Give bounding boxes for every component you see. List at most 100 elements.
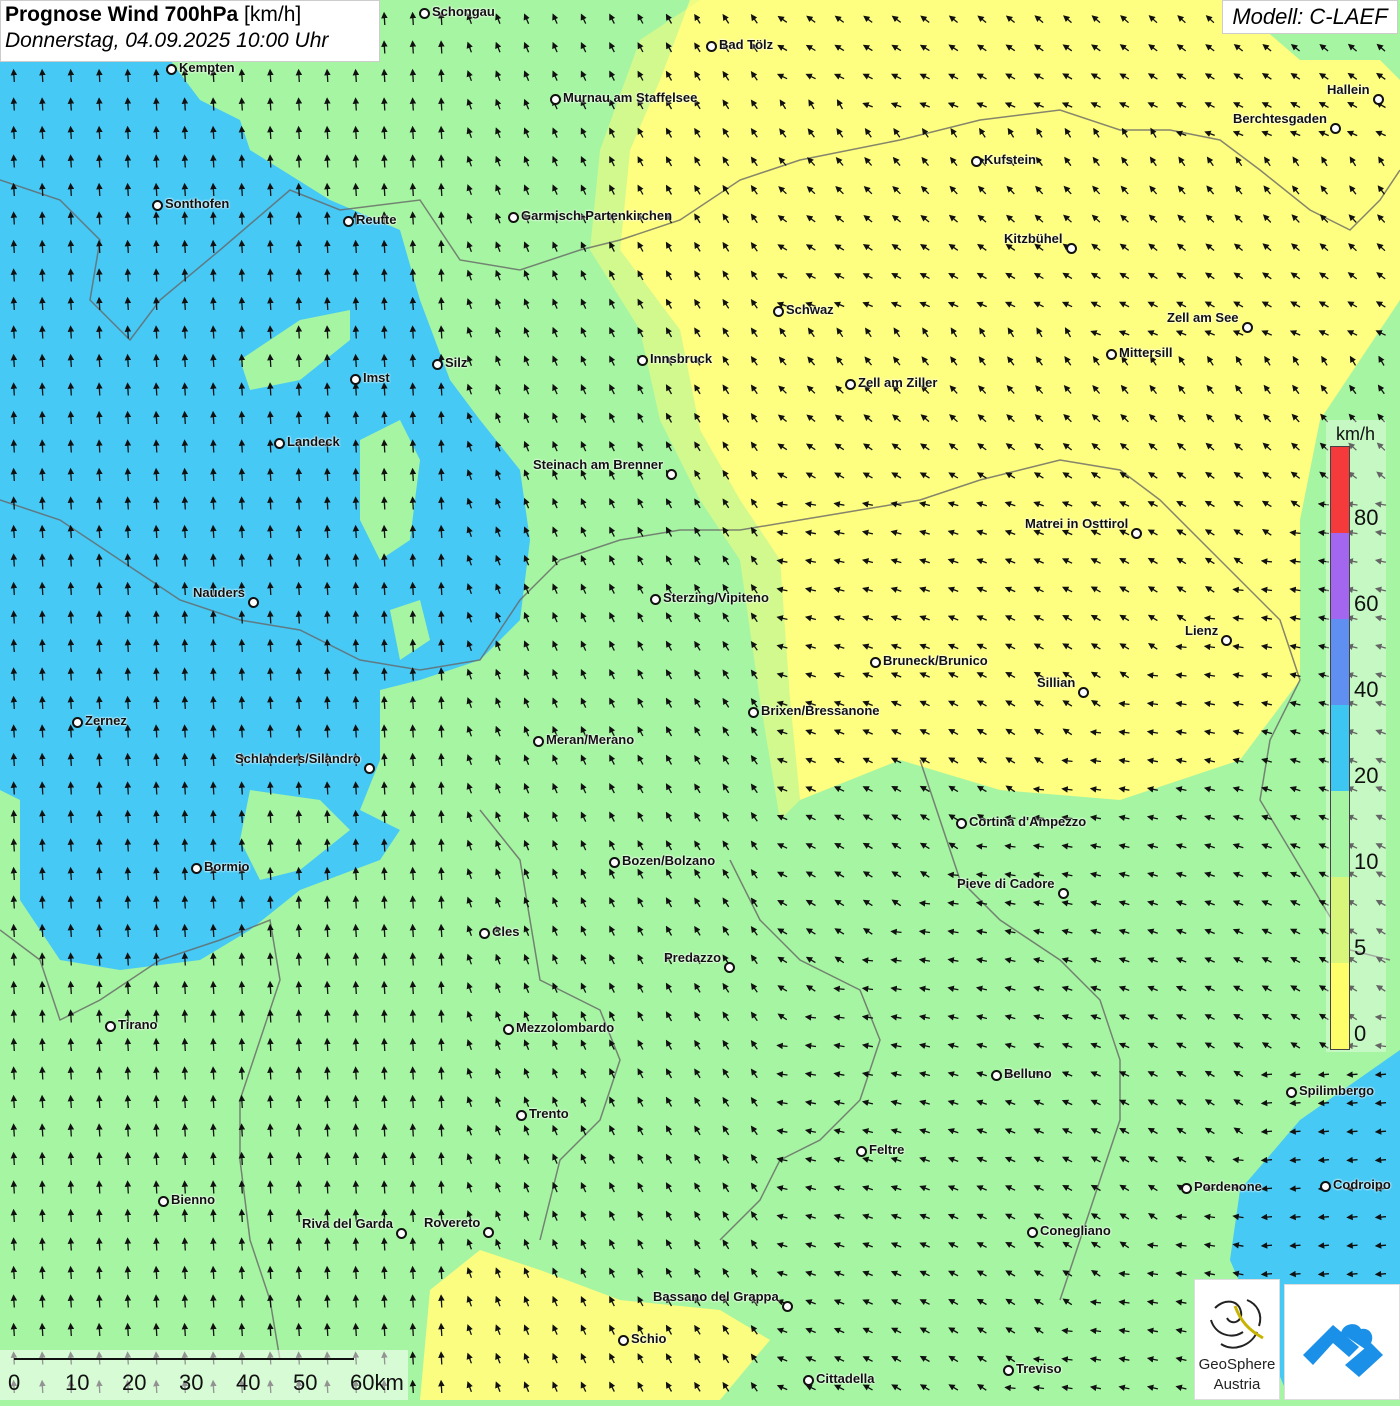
place-marker[interactable] [274,438,285,449]
geosphere-logo[interactable]: GeoSphere Austria [1194,1279,1280,1400]
place-label[interactable]: Schlanders/Silandro [235,751,361,766]
place-marker[interactable] [550,94,561,105]
place-marker[interactable] [1106,349,1117,360]
place-label[interactable]: Pieve di Cadore [957,876,1055,891]
place-label[interactable]: Nauders [193,585,245,600]
place-label[interactable]: Conegliano [1040,1223,1111,1238]
place-marker[interactable] [516,1110,527,1121]
place-label[interactable]: Berchtesgaden [1233,111,1327,126]
place-marker[interactable] [248,597,259,608]
place-marker[interactable] [1242,322,1253,333]
place-label[interactable]: Brixen/Bressanone [761,703,880,718]
place-label[interactable]: Trento [529,1106,569,1121]
place-marker[interactable] [1027,1227,1038,1238]
place-marker[interactable] [971,156,982,167]
place-marker[interactable] [1221,635,1232,646]
place-label[interactable]: Tirano [118,1017,158,1032]
place-marker[interactable] [479,928,490,939]
place-label[interactable]: Kufstein [984,152,1036,167]
place-marker[interactable] [105,1021,116,1032]
place-label[interactable]: Innsbruck [650,351,712,366]
place-label[interactable]: Sillian [1037,675,1075,690]
place-marker[interactable] [650,594,661,605]
place-label[interactable]: Bienno [171,1192,215,1207]
place-label[interactable]: Hallein [1327,82,1370,97]
place-marker[interactable] [350,374,361,385]
place-label[interactable]: Mezzolombardo [516,1020,614,1035]
place-label[interactable]: Imst [363,370,390,385]
place-marker[interactable] [503,1024,514,1035]
place-marker[interactable] [724,962,735,973]
place-label[interactable]: Zell am Ziller [858,375,937,390]
place-label[interactable]: Lienz [1185,623,1218,638]
place-label[interactable]: Silz [445,355,467,370]
place-label[interactable]: Predazzo [664,950,721,965]
place-label[interactable]: Garmisch-Partenkirchen [521,208,672,223]
place-label[interactable]: Sterzing/Vipiteno [663,590,769,605]
place-label[interactable]: Zernez [85,713,127,728]
place-label[interactable]: Schwaz [786,302,834,317]
place-marker[interactable] [343,216,354,227]
place-marker[interactable] [803,1375,814,1386]
place-label[interactable]: Rovereto [424,1215,480,1230]
place-marker[interactable] [748,707,759,718]
place-label[interactable]: Cortina d'Ampezzo [969,814,1086,829]
place-label[interactable]: Pordenone [1194,1179,1262,1194]
place-label[interactable]: Landeck [287,434,340,449]
place-marker[interactable] [1078,687,1089,698]
place-marker[interactable] [483,1227,494,1238]
place-label[interactable]: Codroipo [1333,1177,1391,1192]
place-label[interactable]: Kitzbühel [1004,231,1063,246]
place-marker[interactable] [432,359,443,370]
place-label[interactable]: Zell am See [1167,310,1239,325]
place-marker[interactable] [618,1335,629,1346]
place-marker[interactable] [782,1301,793,1312]
place-marker[interactable] [152,200,163,211]
place-marker[interactable] [533,736,544,747]
place-label[interactable]: Matrei in Osttirol [1025,516,1128,531]
place-label[interactable]: Steinach am Brenner [533,457,663,472]
app-logo[interactable] [1284,1284,1400,1400]
place-label[interactable]: Schio [631,1331,666,1346]
place-marker[interactable] [637,355,648,366]
place-marker[interactable] [1330,123,1341,134]
place-label[interactable]: Murnau am Staffelsee [563,90,697,105]
place-marker[interactable] [72,717,83,728]
place-marker[interactable] [870,657,881,668]
place-marker[interactable] [1131,528,1142,539]
place-marker[interactable] [706,41,717,52]
place-label[interactable]: Mittersill [1119,345,1172,360]
place-label[interactable]: Cles [492,924,519,939]
place-label[interactable]: Riva del Garda [302,1216,393,1231]
place-label[interactable]: Bruneck/Brunico [883,653,988,668]
place-label[interactable]: Bozen/Bolzano [622,853,715,868]
place-marker[interactable] [364,763,375,774]
place-label[interactable]: Bad Tölz [719,37,773,52]
place-marker[interactable] [1066,243,1077,254]
place-marker[interactable] [166,64,177,75]
place-label[interactable]: Sonthofen [165,196,229,211]
place-label[interactable]: Bassano del Grappa [653,1289,779,1304]
place-marker[interactable] [396,1228,407,1239]
place-marker[interactable] [1181,1183,1192,1194]
place-marker[interactable] [666,469,677,480]
place-marker[interactable] [1058,888,1069,899]
place-label[interactable]: Spilimbergo [1299,1083,1374,1098]
place-marker[interactable] [1286,1087,1297,1098]
place-marker[interactable] [609,857,620,868]
place-label[interactable]: Kempten [179,60,235,75]
place-label[interactable]: Treviso [1016,1361,1062,1376]
place-marker[interactable] [773,306,784,317]
place-marker[interactable] [956,818,967,829]
place-label[interactable]: Cittadella [816,1371,875,1386]
place-label[interactable]: Feltre [869,1142,904,1157]
place-marker[interactable] [991,1070,1002,1081]
place-marker[interactable] [508,212,519,223]
place-marker[interactable] [158,1196,169,1207]
place-marker[interactable] [1003,1365,1014,1376]
place-marker[interactable] [1320,1181,1331,1192]
place-label[interactable]: Bormio [204,859,250,874]
place-label[interactable]: Meran/Merano [546,732,634,747]
place-marker[interactable] [419,8,430,19]
place-label[interactable]: Reutte [356,212,396,227]
